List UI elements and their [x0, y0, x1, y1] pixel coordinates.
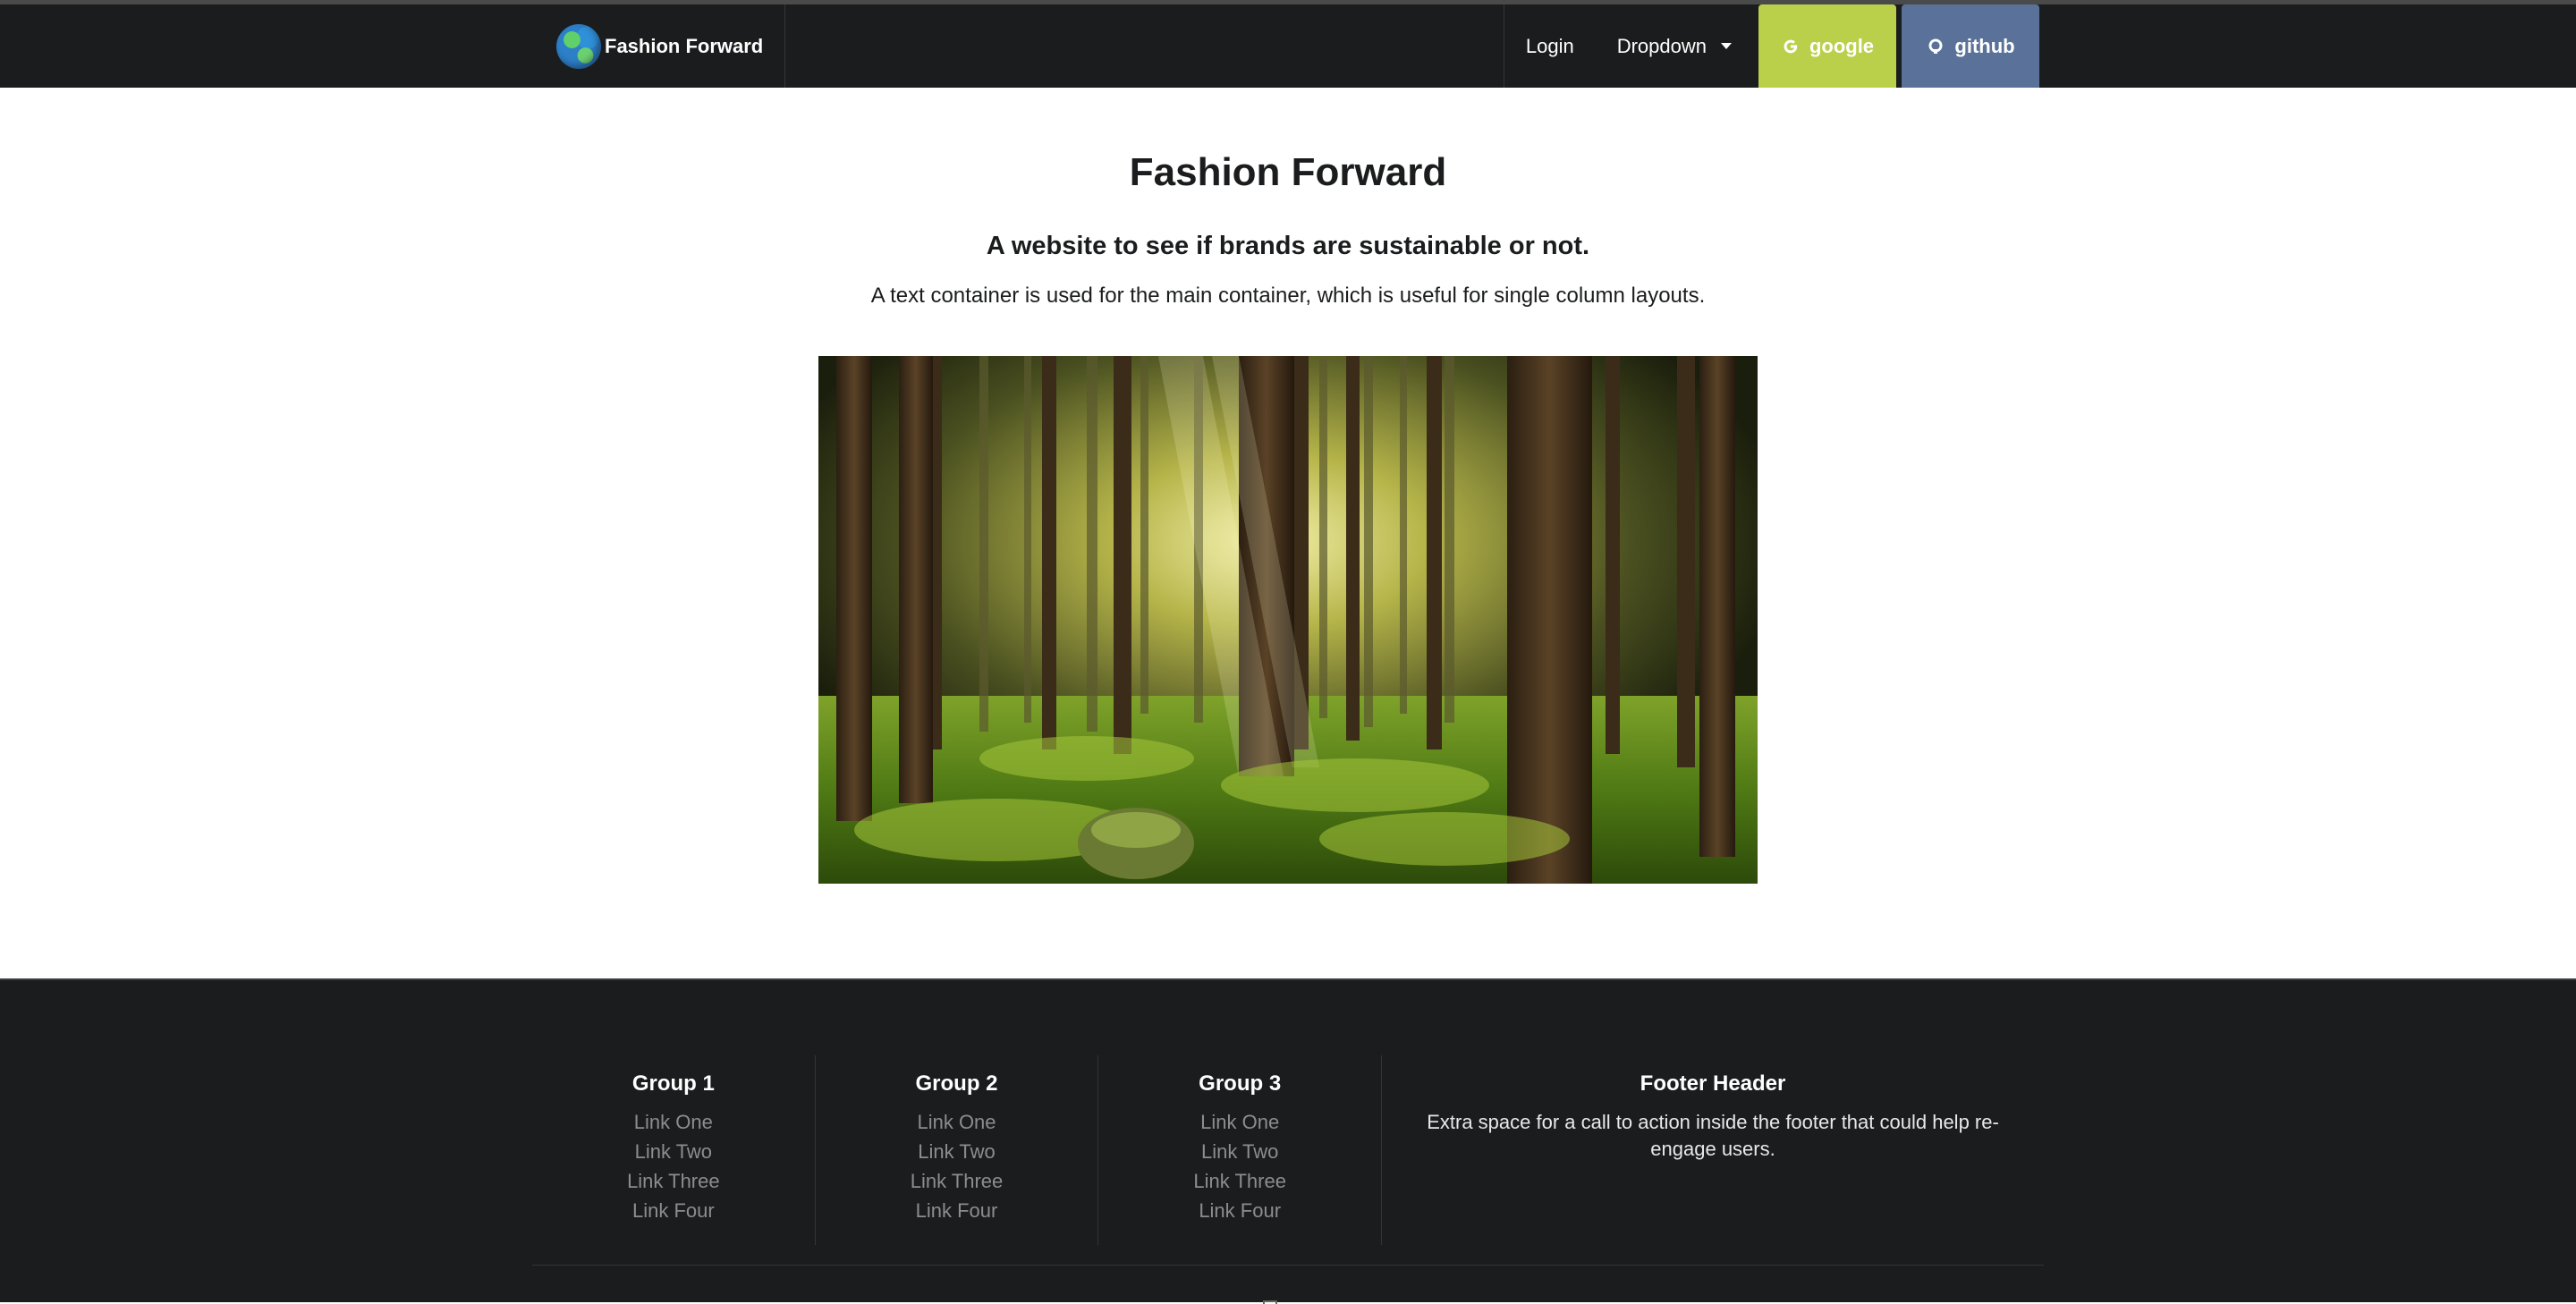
brand-link[interactable]: Fashion Forward	[530, 4, 786, 88]
footer-group-title: Group 3	[1199, 1071, 1282, 1096]
github-login-button[interactable]: github	[1902, 4, 2039, 88]
footer-link[interactable]: Link Two	[532, 1137, 815, 1166]
github-label: github	[1954, 34, 2015, 57]
footer-group-title: Group 2	[915, 1071, 998, 1096]
footer-link[interactable]: Link Three	[532, 1166, 815, 1196]
dropdown-label: Dropdown	[1616, 34, 1707, 57]
footer-logo-icon	[1263, 1300, 1277, 1304]
footer-link[interactable]: Link One	[1098, 1107, 1381, 1137]
footer-link[interactable]: Link Four	[816, 1196, 1098, 1225]
footer-header: Footer Header	[1640, 1071, 1786, 1096]
navbar-spacer	[785, 4, 1504, 88]
google-icon	[1781, 37, 1801, 56]
forest-hero-image	[818, 356, 1758, 884]
google-login-button[interactable]: google	[1758, 4, 1896, 88]
footer-group-3: Group 3 Link One Link Two Link Three Lin…	[1098, 1055, 1383, 1245]
footer-link[interactable]: Link Two	[816, 1137, 1098, 1166]
page-footer: Group 1 Link One Link Two Link Three Lin…	[0, 978, 2576, 1304]
caret-down-icon	[1721, 43, 1732, 49]
footer-link[interactable]: Link One	[816, 1107, 1098, 1137]
footer-link[interactable]: Link Three	[1098, 1166, 1381, 1196]
footer-link[interactable]: Link Three	[816, 1166, 1098, 1196]
page-subtitle: A website to see if brands are sustainab…	[986, 232, 1590, 260]
login-label: Login	[1525, 34, 1574, 57]
navbar-right-menu: Login Dropdown google github	[1503, 4, 2039, 88]
footer-divider	[532, 1265, 2044, 1266]
footer-link[interactable]: Link Four	[1098, 1196, 1381, 1225]
footer-columns: Group 1 Link One Link Two Link Three Lin…	[532, 1055, 2044, 1245]
google-label: google	[1809, 34, 1875, 57]
earth-globe-icon	[556, 23, 601, 69]
page-description: A text container is used for the main co…	[870, 284, 1706, 308]
dropdown-menu[interactable]: Dropdown	[1596, 4, 1753, 88]
page-title: Fashion Forward	[1129, 150, 1447, 194]
footer-group-title: Group 1	[631, 1071, 715, 1096]
footer-link[interactable]: Link Two	[1098, 1137, 1381, 1166]
login-link[interactable]: Login	[1504, 4, 1596, 88]
footer-group-2: Group 2 Link One Link Two Link Three Lin…	[816, 1055, 1099, 1245]
footer-link[interactable]: Link One	[532, 1107, 815, 1137]
top-navbar: Fashion Forward Login Dropdown google gi…	[0, 0, 2576, 88]
github-icon	[1926, 37, 1945, 56]
footer-group-1: Group 1 Link One Link Two Link Three Lin…	[532, 1055, 816, 1245]
main-content: Fashion Forward A website to see if bran…	[0, 88, 2576, 978]
navbar-container: Fashion Forward Login Dropdown google gi…	[530, 4, 2039, 88]
footer-link[interactable]: Link Four	[532, 1196, 815, 1225]
footer-call-to-action: Footer Header Extra space for a call to …	[1382, 1055, 2044, 1245]
brand-name: Fashion Forward	[605, 34, 764, 57]
footer-cta-text: Extra space for a call to action inside …	[1427, 1111, 1999, 1160]
